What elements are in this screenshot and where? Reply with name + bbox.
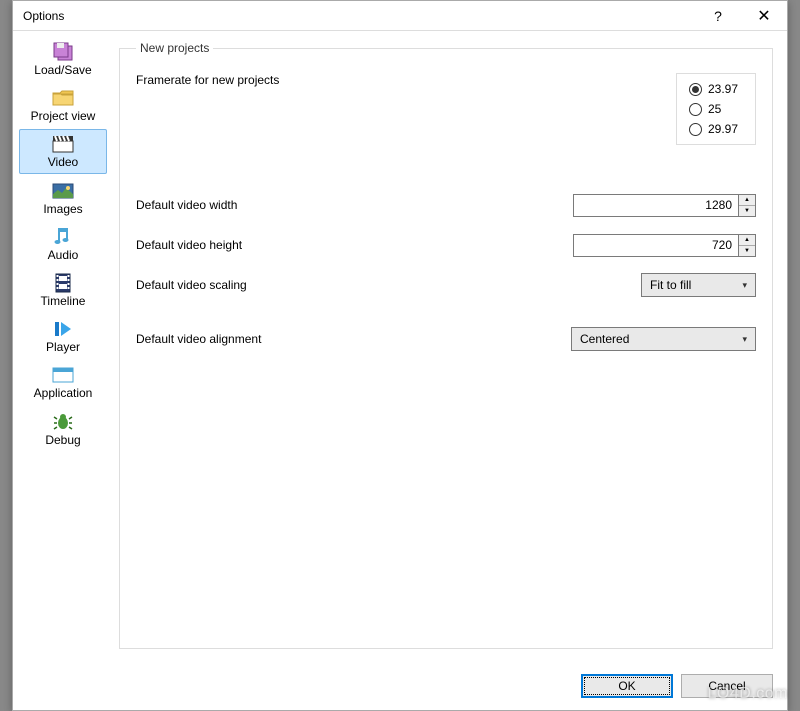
scaling-combo[interactable]: Fit to fill ▾	[641, 273, 756, 297]
titlebar: Options ? ✕	[13, 1, 787, 31]
picture-icon	[51, 181, 75, 201]
framerate-label: Framerate for new projects	[136, 73, 676, 87]
radio-icon	[689, 83, 702, 96]
dialog-footer: OK Cancel	[13, 669, 787, 709]
sidebar-item-label: Player	[46, 341, 80, 354]
window-icon	[51, 365, 75, 385]
radio-label: 23.97	[708, 82, 738, 96]
sidebar-item-audio[interactable]: Audio	[19, 222, 107, 266]
radio-label: 25	[708, 102, 721, 116]
radio-label: 29.97	[708, 122, 738, 136]
clapper-icon	[51, 134, 75, 154]
note-icon	[51, 227, 75, 247]
height-label: Default video height	[136, 238, 573, 252]
alignment-combo[interactable]: Centered ▾	[571, 327, 756, 351]
scaling-value: Fit to fill	[650, 278, 738, 292]
options-dialog: Options ? ✕ Load/Save	[12, 0, 788, 711]
radio-icon	[689, 103, 702, 116]
height-spinner: ▲ ▼	[573, 234, 756, 257]
sidebar-item-label: Video	[48, 156, 78, 169]
filmstrip-icon	[51, 273, 75, 293]
bug-icon	[51, 412, 75, 432]
sidebar-item-label: Application	[34, 387, 93, 400]
width-input[interactable]	[573, 194, 738, 217]
framerate-option-29-97[interactable]: 29.97	[689, 122, 743, 136]
radio-icon	[689, 123, 702, 136]
framerate-radio-group: 23.97 25 29.97	[676, 73, 756, 145]
close-icon: ✕	[757, 6, 770, 26]
width-label: Default video width	[136, 198, 573, 212]
height-down-button[interactable]: ▼	[739, 246, 755, 256]
help-button[interactable]: ?	[695, 1, 741, 30]
sidebar-item-player[interactable]: Player	[19, 314, 107, 358]
ok-button[interactable]: OK	[581, 674, 673, 698]
folder-icon	[51, 88, 75, 108]
chevron-down-icon: ▾	[738, 280, 751, 291]
height-up-button[interactable]: ▲	[739, 235, 755, 246]
group-title: New projects	[136, 41, 213, 55]
floppy-icon	[51, 42, 75, 62]
content-panel: New projects Framerate for new projects …	[113, 31, 787, 669]
sidebar-item-project-view[interactable]: Project view	[19, 83, 107, 127]
sidebar-item-label: Images	[43, 203, 82, 216]
close-button[interactable]: ✕	[741, 1, 787, 30]
sidebar-item-debug[interactable]: Debug	[19, 407, 107, 451]
watermark: LO4D.com	[708, 685, 788, 703]
sidebar: Load/Save Project view	[13, 31, 113, 669]
scaling-label: Default video scaling	[136, 278, 641, 292]
height-input[interactable]	[573, 234, 738, 257]
sidebar-item-load-save[interactable]: Load/Save	[19, 37, 107, 81]
sidebar-item-timeline[interactable]: Timeline	[19, 268, 107, 312]
sidebar-item-video[interactable]: Video	[19, 129, 107, 173]
play-icon	[51, 319, 75, 339]
width-spinner: ▲ ▼	[573, 194, 756, 217]
help-icon: ?	[714, 8, 722, 24]
sidebar-item-label: Project view	[31, 110, 96, 123]
framerate-option-25[interactable]: 25	[689, 102, 743, 116]
width-up-button[interactable]: ▲	[739, 195, 755, 206]
chevron-down-icon: ▾	[738, 334, 751, 345]
sidebar-item-label: Debug	[45, 434, 80, 447]
sidebar-item-label: Audio	[48, 249, 79, 262]
alignment-label: Default video alignment	[136, 332, 571, 346]
sidebar-item-application[interactable]: Application	[19, 360, 107, 404]
framerate-option-23-97[interactable]: 23.97	[689, 82, 743, 96]
width-down-button[interactable]: ▼	[739, 206, 755, 216]
window-title: Options	[23, 9, 64, 23]
sidebar-item-images[interactable]: Images	[19, 176, 107, 220]
sidebar-item-label: Timeline	[41, 295, 86, 308]
new-projects-group: New projects Framerate for new projects …	[119, 41, 773, 649]
alignment-value: Centered	[580, 332, 738, 346]
sidebar-item-label: Load/Save	[34, 64, 91, 77]
